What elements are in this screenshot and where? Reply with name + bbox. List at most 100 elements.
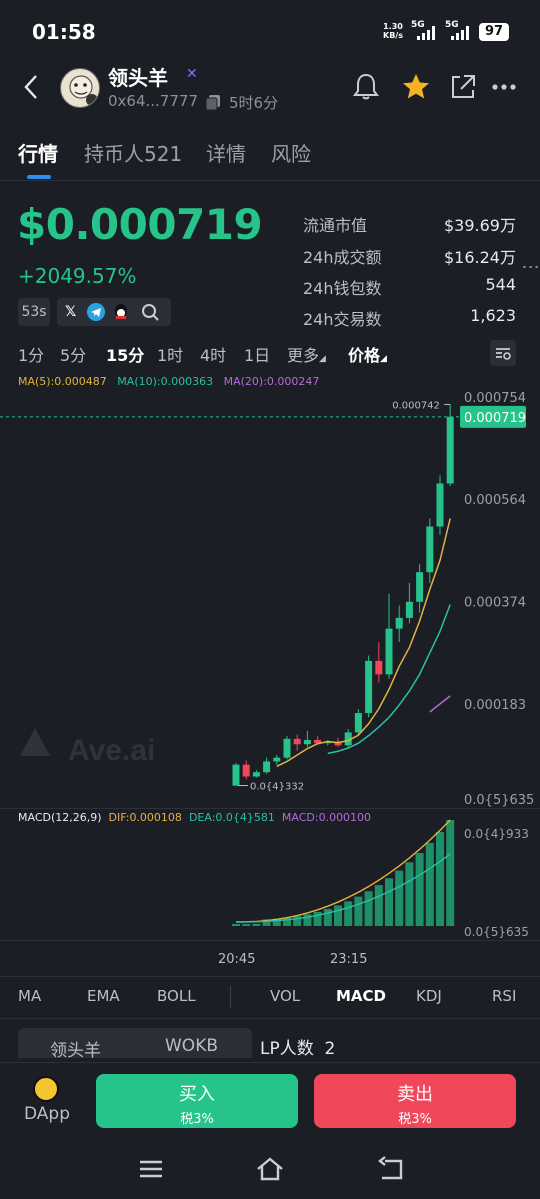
sell-button[interactable]: 卖出 税3% (314, 1074, 516, 1128)
stat-value-wallets: 544 (485, 275, 516, 294)
x-icon[interactable]: 𝕏 (65, 298, 76, 326)
stat-label-volume: 24h成交额 (303, 248, 382, 267)
dapp-icon[interactable] (33, 1076, 59, 1102)
dapp-label[interactable]: DApp (24, 1104, 70, 1124)
current-price-tag: 0.000719 (464, 411, 526, 426)
indicator-top-divider (0, 976, 540, 977)
indicator-vol[interactable]: VOL (270, 987, 300, 1005)
buy-label: 买入 (179, 1084, 215, 1105)
current-price: $0.000719 (17, 200, 263, 249)
high-label: 0.000742 (392, 400, 440, 411)
interval-more[interactable]: 更多◢ (287, 342, 326, 366)
y-tick-label: 0.000183 (464, 698, 526, 713)
pair-quote[interactable]: WOKB (165, 1036, 218, 1056)
token-address[interactable]: 0x64...7777 (108, 92, 198, 110)
price-mode-dropdown[interactable]: 价格◢ (348, 342, 387, 366)
share-icon[interactable] (448, 72, 478, 102)
signal-icon: 5G (411, 20, 437, 42)
tabs-divider (0, 180, 540, 181)
ma20-line (429, 695, 451, 713)
qq-icon[interactable] (113, 303, 129, 321)
back-nav-icon[interactable] (376, 1154, 406, 1184)
x-label-1: 20:45 (218, 952, 256, 967)
indicator-boll[interactable]: BOLL (157, 987, 196, 1005)
network-speed-value: 1.30 (383, 22, 403, 31)
menu-icon[interactable] (136, 1154, 166, 1184)
y-tick-label: 0.000374 (464, 595, 526, 610)
tab-risk[interactable]: 风险 (271, 138, 311, 167)
candle-body (354, 713, 362, 733)
search-icon[interactable] (141, 303, 159, 321)
token-age: 5时6分 (229, 94, 279, 112)
ma5-line (276, 518, 451, 767)
indicator-macd[interactable]: MACD (336, 987, 386, 1005)
indicator-ma[interactable]: MA (18, 987, 41, 1005)
macd-histogram-bar (395, 870, 404, 926)
interval-1d[interactable]: 1日 (244, 342, 270, 366)
macd-histogram-bar (344, 901, 353, 926)
refresh-timer: 53s (18, 298, 50, 326)
macd-y-tick: 0.0{4}933 (464, 827, 529, 841)
ma20-legend: MA(20):0.000247 (223, 375, 320, 388)
lp-label: LP人数 (260, 1039, 314, 1059)
caret-down-icon: ◢ (319, 354, 326, 364)
candle-body (365, 660, 373, 714)
tab-details[interactable]: 详情 (206, 138, 246, 167)
kebab-icon[interactable]: ⋮ (520, 258, 540, 276)
telegram-icon[interactable] (87, 303, 105, 321)
copy-icon[interactable] (204, 93, 222, 111)
macd-histogram-bar (323, 908, 332, 926)
macd-histogram-bar (334, 905, 342, 926)
candle-body (252, 772, 260, 777)
verified-icon: ✕ (186, 66, 198, 82)
more-icon[interactable] (490, 72, 520, 102)
y-tick-label: 0.000564 (464, 493, 526, 508)
stat-value-trades: 1,623 (470, 306, 516, 325)
token-avatar[interactable] (60, 68, 100, 108)
interval-1h[interactable]: 1时 (157, 342, 183, 366)
tab-holders[interactable]: 持币人521 (84, 138, 182, 167)
interval-15m[interactable]: 15分 (106, 342, 144, 366)
buy-tax: 税3% (180, 1112, 214, 1127)
interval-4h[interactable]: 4时 (200, 342, 226, 366)
stat-label-market-cap: 流通市值 (303, 216, 368, 235)
macd-histogram-bar (385, 878, 393, 926)
signal-icon-2: 5G (445, 20, 471, 42)
home-icon[interactable] (255, 1154, 285, 1184)
star-icon[interactable] (401, 72, 431, 102)
buy-button[interactable]: 买入 税3% (96, 1074, 298, 1128)
lp-value: 2 (324, 1039, 336, 1059)
macd-histogram-bar (364, 891, 373, 926)
macd-y-tick: 0.0{5}635 (464, 925, 529, 939)
candle-body (273, 757, 281, 762)
x-label-2: 23:15 (330, 952, 368, 967)
candle-body (293, 738, 301, 745)
indicator-separator (230, 986, 231, 1008)
indicator-bottom-divider (0, 1018, 540, 1019)
tab-market[interactable]: 行情 (18, 138, 58, 167)
network-speed-unit: KB/s (383, 31, 403, 40)
chart-settings-button[interactable] (490, 340, 516, 366)
candlestick-chart[interactable]: Ave.ai 0.000754 0.000564 0.000374 0.000183 0.… (0, 388, 540, 808)
pair-base[interactable]: 领头羊 (50, 1036, 101, 1061)
indicator-kdj[interactable]: KDJ (416, 987, 442, 1005)
sheep-logo-icon (69, 75, 98, 106)
bell-icon[interactable] (351, 72, 381, 102)
stat-label-trades: 24h交易数 (303, 310, 382, 329)
candle-body (283, 738, 291, 758)
indicator-rsi[interactable]: RSI (492, 987, 516, 1005)
ma-legend: MA(5):0.000487 MA(10):0.000363 MA(20):0.… (18, 375, 319, 388)
candle-body (375, 660, 383, 675)
indicator-ema[interactable]: EMA (87, 987, 120, 1005)
ma10-legend: MA(10):0.000363 (117, 375, 214, 388)
macd-histogram-bar (374, 885, 383, 926)
back-button[interactable] (20, 72, 44, 102)
battery-indicator: 97 (479, 23, 509, 41)
macd-chart[interactable]: 0.0{4}933 0.0{5}635 (0, 808, 540, 940)
candle-body (232, 764, 240, 786)
interval-1m[interactable]: 1分 (18, 342, 44, 366)
y-tick-label: 0.0{5}635 (464, 793, 534, 808)
watermark-text: Ave.ai (68, 734, 155, 767)
interval-5m[interactable]: 5分 (60, 342, 86, 366)
macd-histogram-bar (242, 923, 251, 926)
